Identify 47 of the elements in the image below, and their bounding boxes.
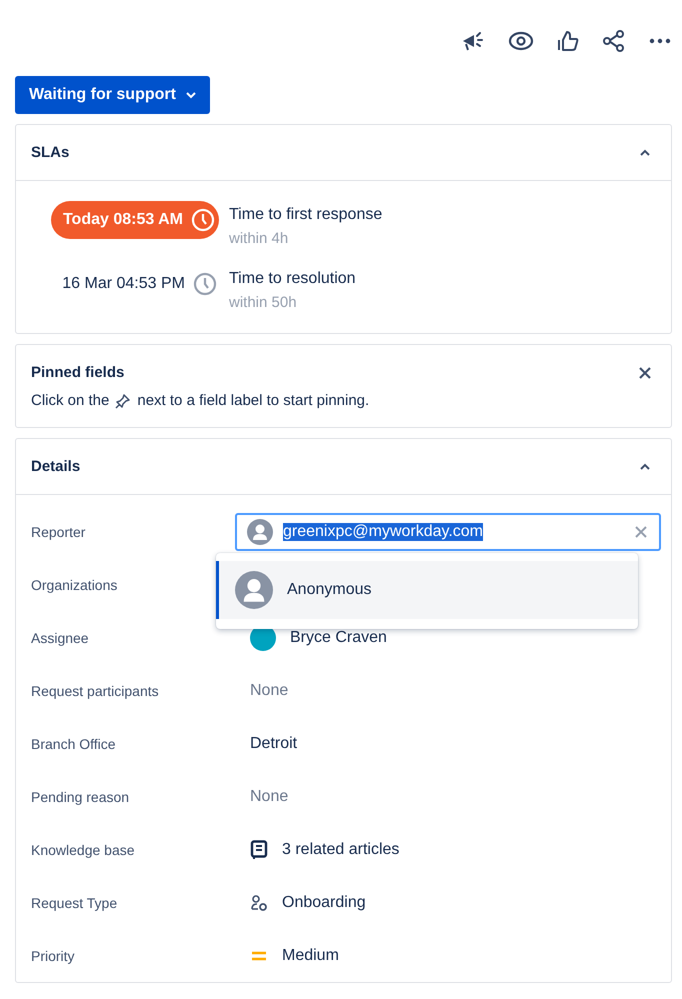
- field-label: Organizations: [30, 576, 118, 592]
- field-label: Request Type: [30, 894, 118, 910]
- avatar-icon: [247, 518, 273, 544]
- clock-icon: [193, 272, 217, 296]
- clear-icon[interactable]: [635, 526, 647, 538]
- sla-goal: within 4h: [229, 230, 290, 247]
- chevron-up-icon[interactable]: [639, 462, 651, 470]
- thumbs-up-icon[interactable]: [556, 29, 580, 53]
- priority-icon: [250, 950, 268, 962]
- sla-time: Today 08:53 AM: [50, 201, 219, 239]
- chevron-up-icon[interactable]: [639, 148, 651, 156]
- share-icon[interactable]: [602, 29, 626, 53]
- sla-name: Time to first response: [229, 206, 382, 224]
- hint-text: Click on the: [31, 392, 110, 409]
- people-icon: [250, 894, 268, 912]
- clock-icon: [191, 208, 215, 232]
- field-value: greenixpc@myworkday.com: [283, 522, 484, 540]
- sla-goal: within 50h: [229, 294, 298, 311]
- hint-text: next to a field label to start pinning.: [137, 392, 370, 409]
- field-value: Medium: [282, 946, 339, 964]
- field-value: Detroit: [250, 734, 298, 752]
- field-value: None: [250, 788, 288, 806]
- pin-icon: [115, 392, 132, 408]
- sla-time: 16 Mar 04:53 PM: [50, 265, 219, 303]
- panel-title: Pinned fields: [31, 364, 124, 381]
- field-value: None: [250, 682, 288, 700]
- field-label: Assignee: [30, 630, 90, 646]
- field-value: Bryce Craven: [290, 628, 387, 646]
- field-label: Request participants: [30, 682, 160, 698]
- sla-name: Time to resolution: [229, 270, 356, 288]
- field-label: Pending reason: [30, 788, 130, 804]
- eye-icon[interactable]: [508, 29, 534, 53]
- field-label: Priority: [30, 948, 76, 964]
- chevron-down-icon: [186, 91, 196, 99]
- panel-title: Details: [31, 458, 80, 475]
- reporter-field[interactable]: greenixpc@myworkday.com: [235, 512, 661, 550]
- avatar-icon: [235, 570, 273, 608]
- status-button[interactable]: Waiting for support: [15, 76, 210, 114]
- field-label: Knowledge base: [30, 842, 136, 858]
- close-icon[interactable]: [639, 366, 651, 378]
- field-label: Branch Office: [30, 736, 117, 752]
- field-value[interactable]: 3 related articles: [282, 840, 400, 858]
- dropdown-option[interactable]: Anonymous: [216, 560, 638, 618]
- article-icon: [250, 840, 268, 860]
- field-label: Reporter: [30, 524, 86, 540]
- panel-title: SLAs: [31, 144, 70, 161]
- field-value: Onboarding: [282, 894, 366, 912]
